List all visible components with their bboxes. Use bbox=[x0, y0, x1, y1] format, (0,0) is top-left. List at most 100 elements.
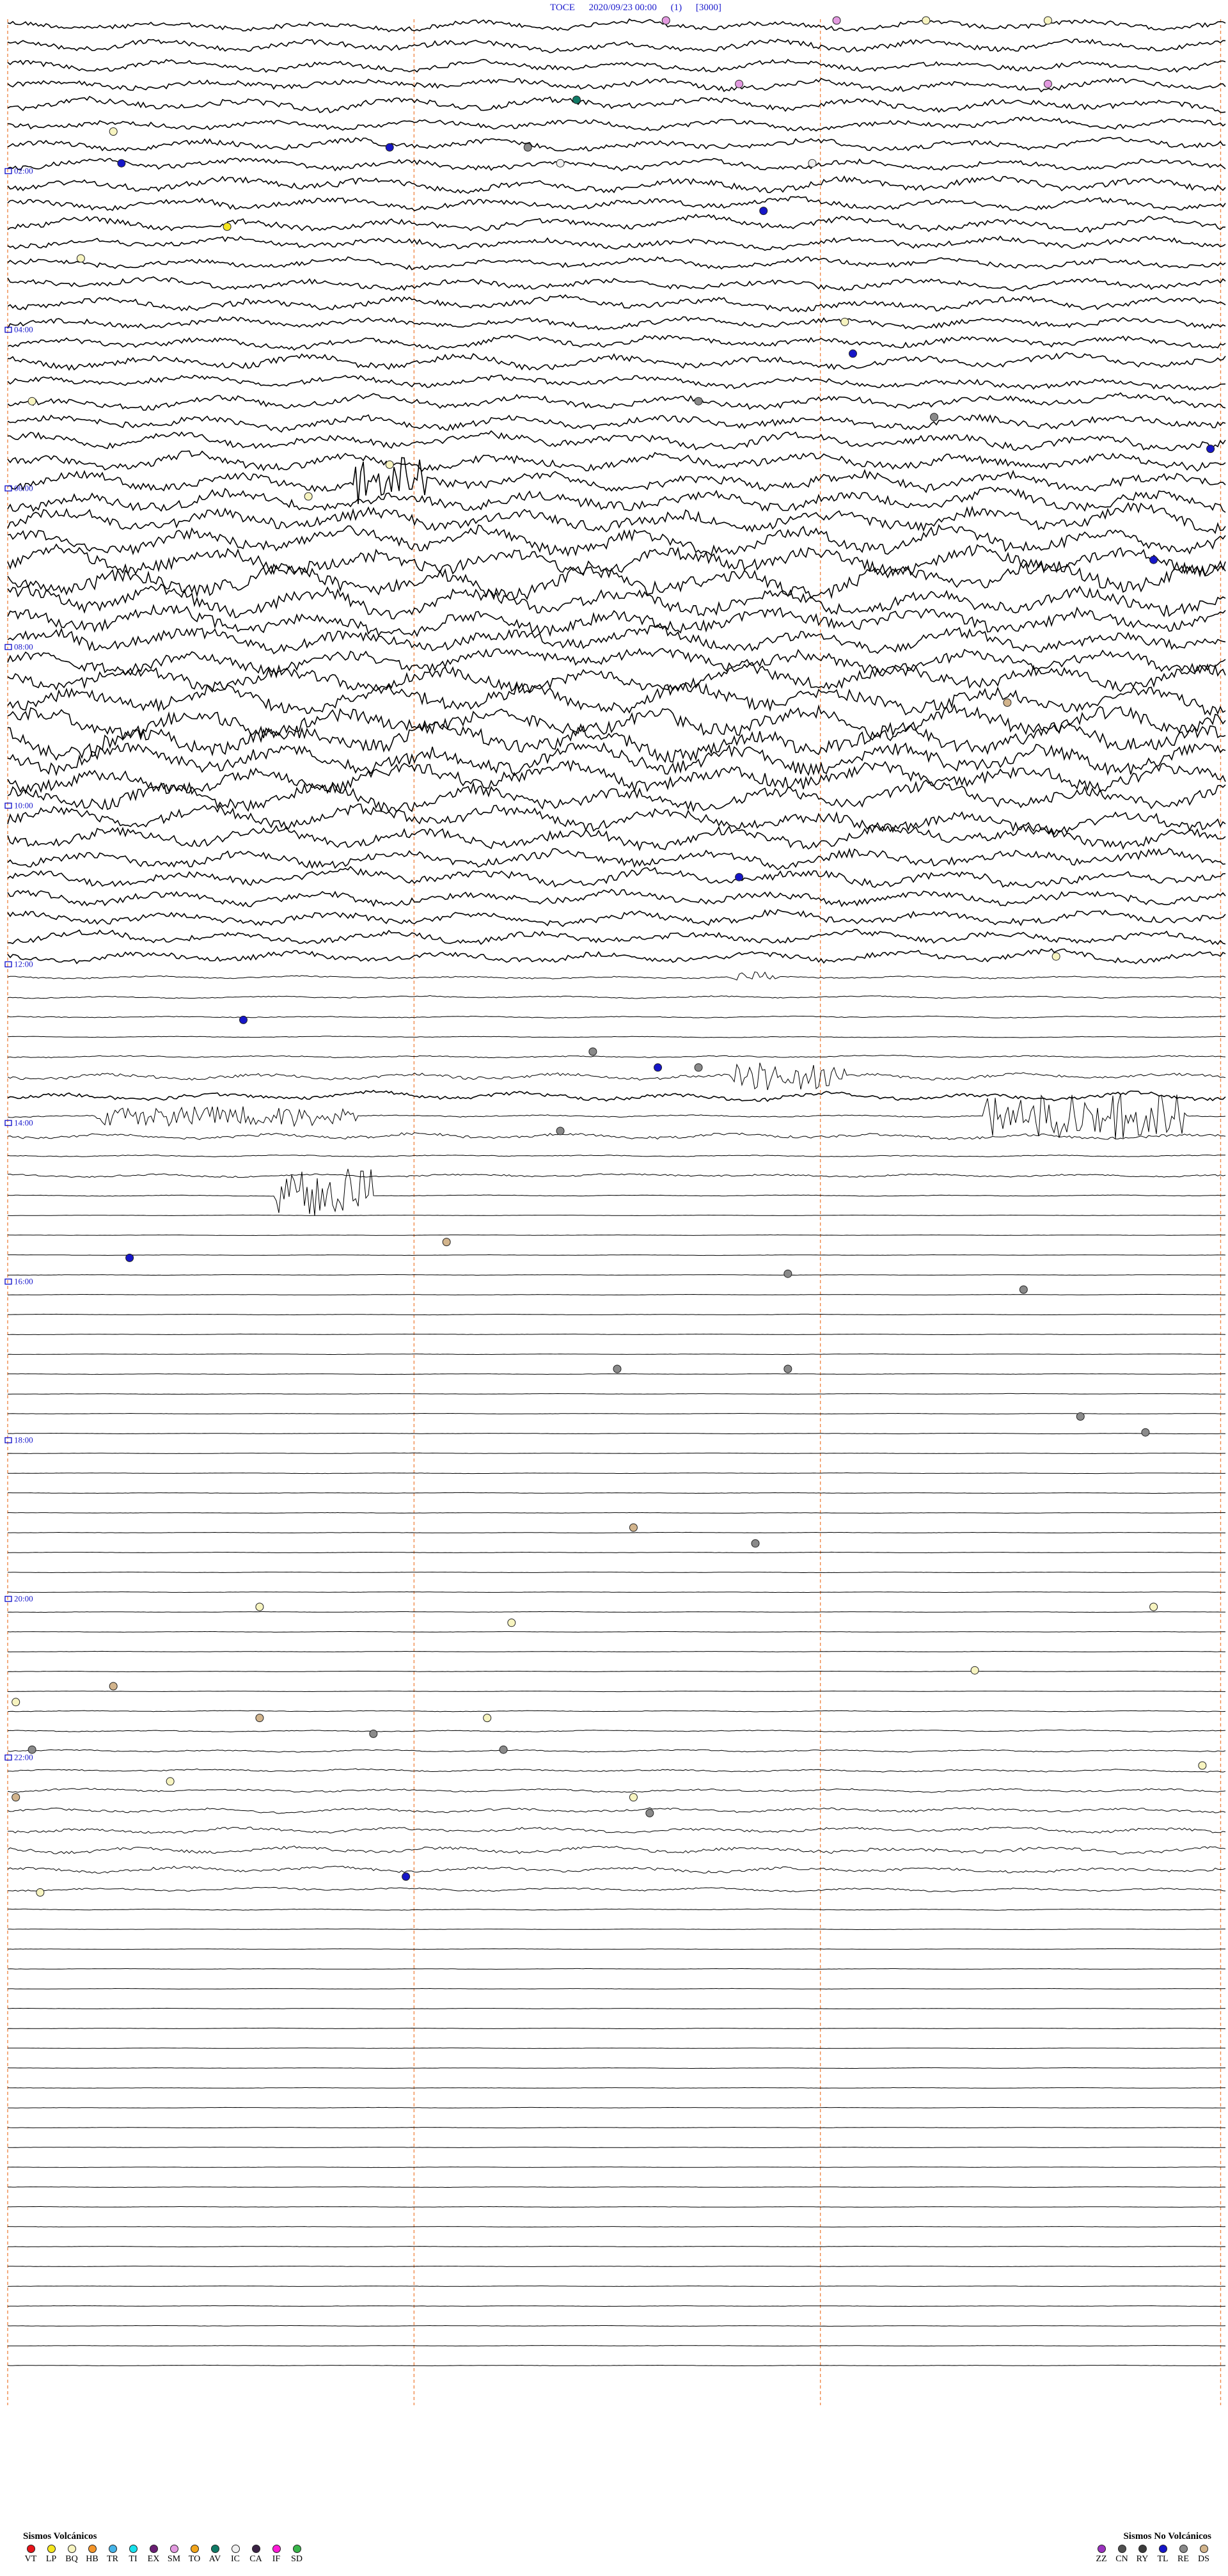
event-marker-ic bbox=[808, 159, 817, 168]
legend-label: RY bbox=[1136, 2554, 1149, 2564]
event-marker-bq bbox=[255, 1602, 264, 1611]
legend-item-tr: TR bbox=[105, 2545, 120, 2564]
seismic-trace bbox=[7, 1551, 1226, 1554]
seismic-trace bbox=[7, 136, 1226, 152]
hour-label: 04:00 bbox=[14, 325, 33, 335]
legend-label: IC bbox=[231, 2554, 240, 2564]
legend-label: HB bbox=[86, 2554, 98, 2564]
event-marker-re bbox=[751, 1539, 760, 1548]
seismic-trace bbox=[7, 2087, 1226, 2089]
seismic-trace bbox=[7, 929, 1226, 945]
event-marker-bq bbox=[507, 1618, 516, 1627]
hour-label: 10:00 bbox=[14, 801, 33, 810]
legend-item-lp: LP bbox=[43, 2545, 59, 2564]
event-marker-bq bbox=[385, 460, 394, 469]
seismic-trace bbox=[7, 1015, 1226, 1019]
seismic-trace bbox=[7, 1093, 1226, 1139]
legend-swatch bbox=[251, 2545, 260, 2553]
hour-label: 08:00 bbox=[14, 642, 33, 652]
seismic-trace bbox=[7, 1650, 1225, 1652]
hour-marker bbox=[4, 168, 12, 175]
seismic-trace bbox=[7, 335, 1226, 351]
chart-header: TOCE 2020/09/23 00:00 (1) [3000] bbox=[550, 3, 721, 13]
seismic-trace bbox=[7, 58, 1226, 73]
seismic-trace bbox=[7, 1865, 1226, 1874]
legend-label: VT bbox=[24, 2554, 37, 2564]
event-marker-bq bbox=[970, 1666, 979, 1675]
seismic-trace bbox=[7, 38, 1226, 54]
seismic-trace bbox=[7, 413, 1226, 433]
seismic-trace bbox=[7, 704, 1226, 741]
seismic-trace bbox=[7, 759, 1226, 795]
seismic-trace bbox=[7, 682, 1226, 716]
event-marker-ds bbox=[442, 1238, 451, 1247]
legend-label: DS bbox=[1198, 2554, 1209, 2564]
event-marker-re bbox=[28, 1745, 36, 1754]
header-datetime: 2020/09/23 00:00 bbox=[589, 3, 657, 13]
event-marker-tl bbox=[239, 1015, 248, 1024]
seismic-trace bbox=[7, 450, 1226, 472]
header-channel: (1) bbox=[671, 3, 682, 13]
seismic-trace bbox=[8, 1690, 1225, 1693]
seismic-trace bbox=[7, 848, 1226, 871]
event-marker-tl bbox=[117, 159, 126, 168]
legend-swatch bbox=[210, 2545, 219, 2553]
seismic-trace bbox=[7, 1254, 1226, 1256]
hour-marker bbox=[4, 1754, 12, 1761]
legend-label: ZZ bbox=[1096, 2554, 1107, 2564]
seismic-trace bbox=[7, 214, 1226, 233]
legend-item-ry: RY bbox=[1135, 2545, 1150, 2564]
legend-swatch bbox=[292, 2545, 301, 2553]
legend-item-ex: EX bbox=[146, 2545, 161, 2564]
seismic-trace bbox=[7, 524, 1226, 557]
legend-label: TI bbox=[129, 2554, 138, 2564]
event-marker-tl bbox=[1149, 555, 1158, 564]
seismic-trace bbox=[7, 1886, 1226, 1892]
seismic-trace bbox=[7, 1293, 1226, 1295]
legend-item-ds: DS bbox=[1196, 2545, 1211, 2564]
event-marker-re bbox=[783, 1269, 792, 1278]
legend-label: EX bbox=[147, 2554, 160, 2564]
legend-swatch bbox=[88, 2545, 97, 2553]
seismic-trace bbox=[7, 803, 1226, 835]
event-marker-bq bbox=[36, 1888, 45, 1897]
seismic-trace bbox=[7, 352, 1226, 371]
legend-swatch bbox=[1097, 2545, 1106, 2553]
seismic-trace bbox=[7, 1729, 1226, 1733]
legend-swatch bbox=[272, 2545, 281, 2553]
event-marker-re bbox=[556, 1126, 565, 1135]
hour-label: 14:00 bbox=[14, 1118, 33, 1128]
seismic-trace bbox=[7, 77, 1226, 93]
event-marker-bq bbox=[166, 1777, 175, 1786]
legend-label: TO bbox=[188, 2554, 201, 2564]
legend-item-sd: SD bbox=[289, 2545, 304, 2564]
seismic-trace bbox=[7, 889, 1226, 908]
event-marker-re bbox=[369, 1729, 378, 1738]
seismic-trace bbox=[7, 175, 1226, 194]
legend-swatch bbox=[149, 2545, 158, 2553]
event-marker-re bbox=[1141, 1428, 1150, 1437]
hour-marker bbox=[4, 1437, 12, 1444]
event-marker-bq bbox=[12, 1698, 20, 1707]
event-marker-sm bbox=[832, 16, 841, 25]
seismic-trace bbox=[7, 2106, 1226, 2108]
event-marker-tl bbox=[402, 1872, 411, 1881]
event-marker-sm bbox=[661, 16, 670, 25]
event-marker-bq bbox=[304, 492, 313, 501]
seismic-trace bbox=[8, 1908, 1226, 1911]
event-marker-re bbox=[1076, 1412, 1085, 1421]
seismic-trace bbox=[8, 1492, 1226, 1494]
hour-label: 18:00 bbox=[14, 1435, 33, 1445]
hour-label: 16:00 bbox=[14, 1277, 33, 1286]
event-marker-re bbox=[499, 1745, 508, 1754]
legend-volcanic-items: VT LP BQ HB TR TI EX SM TO AV IC CA IF SD bbox=[23, 2545, 304, 2564]
legend-label: SD bbox=[291, 2554, 303, 2564]
seismic-trace bbox=[7, 1787, 1226, 1793]
event-marker-ds bbox=[12, 1793, 20, 1802]
event-marker-ds bbox=[1003, 698, 1012, 707]
legend-item-ti: TI bbox=[125, 2545, 141, 2564]
event-marker-tl bbox=[654, 1063, 663, 1072]
legend-label: TL bbox=[1157, 2554, 1169, 2564]
legend-label: BQ bbox=[65, 2554, 78, 2564]
event-marker-tl bbox=[1206, 445, 1215, 454]
